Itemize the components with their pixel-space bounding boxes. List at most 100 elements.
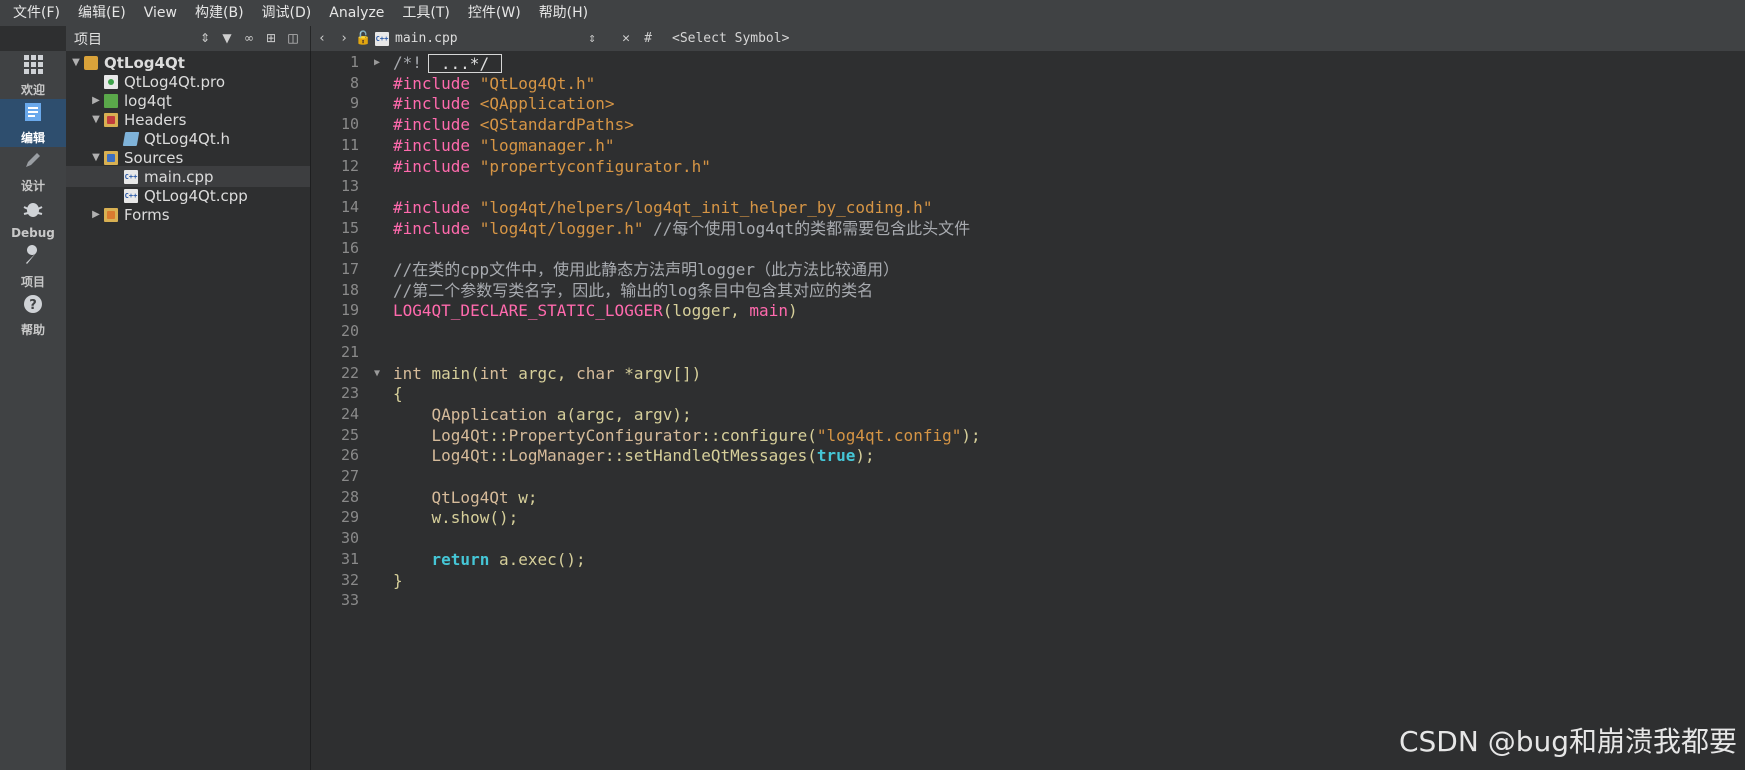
code-line[interactable]: #include "logmanager.h" (393, 134, 615, 157)
code-token: "log4qt.config" (816, 426, 962, 445)
code-token: QApplication (431, 405, 548, 424)
tree-item-label: QtLog4Qt.pro (124, 72, 226, 91)
menu-item[interactable]: 文件(F) (4, 0, 69, 26)
code-token: { (393, 384, 403, 403)
collapsed-block[interactable]: ...*/ (427, 54, 503, 73)
menu-item[interactable]: 编辑(E) (69, 0, 135, 26)
menu-item[interactable]: View (135, 0, 186, 26)
split-icon[interactable]: ⊞ (260, 26, 282, 51)
tree-item-label: log4qt (124, 91, 172, 110)
line-number: 26 (340, 446, 359, 464)
cpp-file-icon: C++ (124, 169, 138, 184)
code-token: "log4qt/helpers/log4qt_init_helper_by_co… (479, 198, 933, 217)
code-token: ); (855, 446, 875, 465)
mode-wrench[interactable]: 项目 (0, 243, 66, 291)
code-line[interactable]: LOG4QT_DECLARE_STATIC_LOGGER(logger, mai… (393, 299, 798, 322)
fold-collapse-icon[interactable]: ▼ (370, 362, 384, 385)
tree-item[interactable]: C++ QtLog4Qt.cpp (66, 185, 310, 206)
expand-down-icon[interactable]: ▼ (90, 109, 102, 130)
expand-down-icon[interactable]: ▼ (90, 147, 102, 168)
code-token: #include (393, 157, 480, 176)
code-line[interactable]: #include "propertyconfigurator.h" (393, 155, 711, 178)
tree-item[interactable]: C++ main.cpp (66, 166, 310, 187)
hash-icon: # (644, 31, 652, 46)
expand-down-icon[interactable]: ▼ (70, 52, 82, 73)
tree-item[interactable]: ▶ log4qt (66, 90, 310, 111)
menu-item[interactable]: 构建(B) (186, 0, 253, 26)
line-number-gutter: 1 ▶ 8 9 10 11 12 13 14 15 16 17 18 19 20 21 22 ▼ 23 24 25 26 2… (311, 51, 380, 770)
tree-item[interactable]: ▼ QtLog4Qt (66, 52, 310, 73)
mode-grid[interactable]: 欢迎 (0, 51, 66, 99)
mode-label: 设计 (20, 178, 45, 193)
menu-item[interactable]: 工具(T) (393, 0, 458, 26)
watermark: CSDN @bug和崩溃我都要 (1398, 725, 1737, 758)
code-token: #include (393, 74, 480, 93)
close-document-icon[interactable]: ✕ (616, 26, 636, 51)
tree-item-label: main.cpp (144, 167, 214, 186)
project-pane-title[interactable]: 项目 (74, 29, 194, 49)
code-token: #include (393, 198, 480, 217)
mode-edit-document[interactable]: 编辑 (0, 99, 66, 147)
code-line[interactable]: QApplication a(argc, argv); (393, 403, 692, 426)
code-token: show (450, 508, 490, 527)
symbol-combo[interactable]: <Select Symbol> (672, 31, 789, 46)
open-documents-combo[interactable]: C++ main.cpp ⇕ (371, 26, 616, 51)
link-icon[interactable]: ∞ (238, 26, 260, 51)
code-line[interactable]: { (393, 382, 403, 405)
fold-expand-icon[interactable]: ▶ (370, 51, 384, 74)
code-token: #include (393, 94, 480, 113)
code-line[interactable]: w.show(); (393, 506, 519, 529)
mode-bug[interactable]: Debug (0, 195, 66, 243)
menu-item[interactable]: 调试(D) (253, 0, 321, 26)
code-line[interactable]: //在类的cpp文件中，使用此静态方法声明logger（此方法比较通用） (393, 258, 899, 281)
line-number: 24 (340, 405, 359, 423)
code-token: } (393, 571, 403, 590)
code-line[interactable]: #include <QStandardPaths> (393, 113, 634, 136)
line-number: 20 (340, 322, 359, 340)
tree-item-label: QtLog4Qt (104, 53, 185, 72)
tree-item[interactable]: QtLog4Qt.pro (66, 71, 310, 92)
code-editor[interactable]: 1 ▶ 8 9 10 11 12 13 14 15 16 17 18 19 20 21 22 ▼ 23 24 25 26 2… (311, 51, 1745, 770)
combo-arrows-icon[interactable]: ⇕ (194, 26, 216, 51)
filter-icon[interactable]: ▼ (216, 26, 238, 51)
code-token: setHandleQtMessages (624, 446, 808, 465)
code-token: a. (489, 550, 519, 569)
menubar: 文件(F) 编辑(E) View 构建(B) 调试(D) Analyze 工具(T) 控件(W… (0, 0, 1745, 26)
code-token: *argv[]) (614, 364, 702, 383)
code-token: //在类的cpp文件中，使用此静态方法声明logger（此方法比较通用） (393, 260, 899, 279)
code-line[interactable]: } (393, 569, 403, 592)
menu-item[interactable]: 帮助(H) (530, 0, 597, 26)
mode-bar: 欢迎 编辑设计 Debug 项目? 帮助 (0, 51, 66, 770)
code-token: <QStandardPaths> (479, 115, 634, 134)
code-line[interactable]: Log4Qt::LogManager::setHandleQtMessages(… (393, 444, 875, 467)
code-line[interactable]: /*! ...*/ (393, 51, 503, 74)
line-number: 23 (340, 384, 359, 402)
code-line[interactable]: int main(int argc, char *argv[]) (393, 362, 701, 385)
tree-item[interactable]: ▶ Forms (66, 204, 310, 225)
back-icon[interactable]: ‹ (311, 26, 333, 51)
tree-item[interactable]: ▼ Headers (66, 109, 310, 130)
code-line[interactable]: #include "log4qt/logger.h" //每个使用log4qt的… (393, 217, 970, 240)
code-line[interactable]: return a.exec(); (393, 548, 586, 571)
code-token: QtLog4Qt (431, 488, 509, 507)
folder-file-icon (104, 150, 118, 165)
forward-icon[interactable]: › (333, 26, 355, 51)
tree-item[interactable]: QtLog4Qt.h (66, 128, 310, 149)
line-number: 17 (340, 260, 359, 278)
code-line[interactable]: #include <QApplication> (393, 92, 615, 115)
folder-file-icon (104, 207, 118, 222)
code-line[interactable]: #include "log4qt/helpers/log4qt_init_hel… (393, 196, 932, 219)
menu-item[interactable]: 控件(W) (459, 0, 530, 26)
menu-item[interactable]: Analyze (320, 0, 393, 26)
expand-right-icon[interactable]: ▶ (90, 204, 102, 225)
pencil-icon (22, 149, 44, 177)
mode-pencil[interactable]: 设计 (0, 147, 66, 195)
expand-right-icon[interactable]: ▶ (90, 90, 102, 111)
mode-help[interactable]: ? 帮助 (0, 291, 66, 339)
tree-item[interactable]: ▼ Sources (66, 147, 310, 168)
close-pane-icon[interactable]: ◫ (282, 26, 304, 51)
